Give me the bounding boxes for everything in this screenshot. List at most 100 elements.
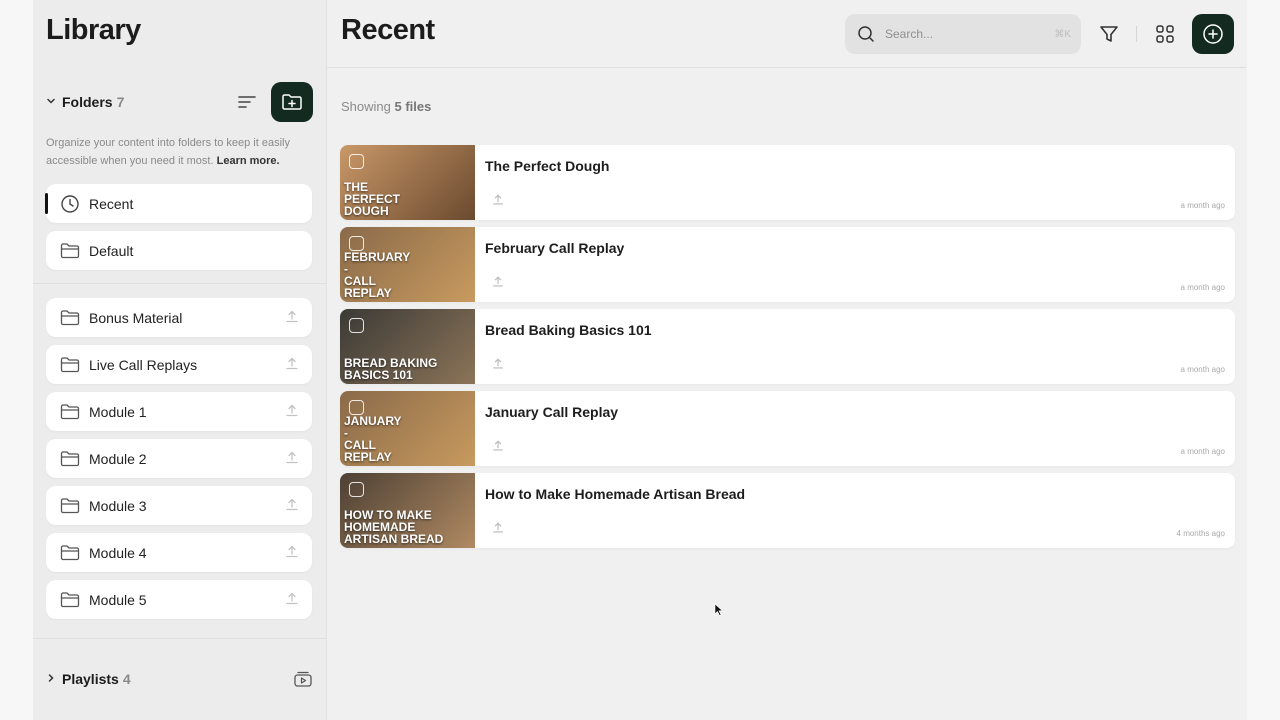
folder-icon	[60, 241, 80, 261]
showing-count: 5 files	[394, 99, 432, 114]
file-title: How to Make Homemade Artisan Bread	[485, 486, 746, 502]
playlists-section-header[interactable]: Playlists 4	[46, 660, 313, 698]
thumbnail-caption: JANUARY - CALL REPLAY	[344, 414, 402, 464]
filter-icon[interactable]	[1097, 22, 1121, 46]
sidebar-item-recent[interactable]: Recent	[45, 184, 312, 223]
file-list: THE PERFECT DOUGH The Perfect Dough a mont…	[340, 145, 1235, 555]
upload-icon[interactable]	[491, 193, 505, 207]
folders-helper-text: Organize your content into folders to ke…	[46, 134, 316, 170]
search-placeholder: Search...	[885, 27, 934, 41]
thumbnail-caption: HOW TO MAKE HOMEMADE ARTISAN BREAD	[344, 508, 444, 546]
upload-icon[interactable]	[284, 403, 300, 419]
file-title: January Call Replay	[485, 404, 619, 420]
learn-more-link[interactable]: Learn more.	[217, 155, 280, 167]
file-thumbnail: HOW TO MAKE HOMEMADE ARTISAN BREAD	[340, 473, 475, 548]
sidebar-folder-item[interactable]: Module 5	[46, 580, 312, 619]
page-title: Recent	[341, 14, 435, 46]
file-row[interactable]: HOW TO MAKE HOMEMADE ARTISAN BREAD How to…	[340, 473, 1235, 548]
app-window: Library Folders 7 Organize your content …	[33, 0, 1247, 720]
folders-count: 7	[116, 94, 125, 110]
search-input[interactable]: Search... ⌘K	[845, 14, 1081, 54]
folders-section-header[interactable]: Folders 7	[46, 82, 313, 122]
thumbnail-caption: THE PERFECT DOUGH	[344, 180, 401, 218]
sidebar-folder-item[interactable]: Module 4	[46, 533, 312, 572]
divider	[33, 283, 327, 284]
file-row[interactable]: THE PERFECT DOUGH The Perfect Dough a mont…	[340, 145, 1235, 220]
sidebar-folder-item[interactable]: Module 1	[46, 392, 312, 431]
search-shortcut: ⌘K	[1054, 28, 1071, 40]
playlists-count: 4	[122, 671, 131, 687]
sidebar-item-label: Module 2	[89, 450, 147, 467]
folders-label: Folders	[62, 94, 113, 110]
select-checkbox[interactable]	[349, 154, 364, 169]
file-timestamp: a month ago	[1180, 447, 1225, 456]
sidebar-folder-item[interactable]: Live Call Replays	[46, 345, 312, 384]
thumbnail-caption: BREAD BAKING BASICS 101	[344, 356, 438, 382]
active-indicator	[45, 193, 48, 214]
file-info: Bread Baking Basics 101 a month ago	[475, 309, 1235, 384]
sidebar-folder-item[interactable]: Bonus Material	[46, 298, 312, 337]
folder-icon	[60, 543, 80, 563]
upload-icon[interactable]	[491, 275, 505, 289]
file-info: February Call Replay a month ago	[475, 227, 1235, 302]
upload-icon[interactable]	[284, 544, 300, 560]
folder-icon	[60, 308, 80, 328]
sidebar-folder-item[interactable]: Module 3	[46, 486, 312, 525]
file-row[interactable]: BREAD BAKING BASICS 101 Bread Baking Basi…	[340, 309, 1235, 384]
file-timestamp: a month ago	[1180, 201, 1225, 210]
mouse-cursor-icon	[714, 603, 724, 616]
file-title: February Call Replay	[485, 240, 625, 256]
sidebar-folder-item[interactable]: Module 2	[46, 439, 312, 478]
sort-icon[interactable]	[237, 92, 259, 112]
upload-icon[interactable]	[284, 497, 300, 513]
file-row[interactable]: FEBRUARY - CALL REPLAY February Call Repl…	[340, 227, 1235, 302]
upload-icon[interactable]	[284, 591, 300, 607]
sidebar-item-label: Recent	[89, 195, 134, 212]
folder-icon	[60, 355, 80, 375]
library-title: Library	[46, 14, 141, 46]
file-title: The Perfect Dough	[485, 158, 610, 174]
search-icon	[858, 26, 874, 42]
chevron-down-icon[interactable]	[46, 96, 62, 109]
main-content: Recent Search... ⌘K Showing 5 files THE …	[327, 0, 1247, 720]
file-info: How to Make Homemade Artisan Bread 4 mont…	[475, 473, 1235, 548]
upload-icon[interactable]	[491, 521, 505, 535]
sidebar-item-label: Default	[89, 242, 134, 259]
file-title: Bread Baking Basics 101	[485, 322, 652, 338]
select-checkbox[interactable]	[349, 318, 364, 333]
file-thumbnail: THE PERFECT DOUGH	[340, 145, 475, 220]
folder-icon	[60, 402, 80, 422]
file-info: January Call Replay a month ago	[475, 391, 1235, 466]
divider	[33, 638, 327, 639]
select-checkbox[interactable]	[349, 236, 364, 251]
file-thumbnail: JANUARY - CALL REPLAY	[340, 391, 475, 466]
toolbar-divider	[1136, 26, 1137, 42]
folder-icon	[60, 496, 80, 516]
select-checkbox[interactable]	[349, 400, 364, 415]
file-count-text: Showing 5 files	[341, 99, 431, 114]
new-folder-button[interactable]	[271, 82, 313, 122]
grid-view-icon[interactable]	[1153, 22, 1177, 46]
upload-icon[interactable]	[491, 357, 505, 371]
playlists-label: Playlists	[62, 671, 119, 687]
sidebar-item-label: Module 4	[89, 544, 147, 561]
file-timestamp: a month ago	[1180, 365, 1225, 374]
file-thumbnail: FEBRUARY - CALL REPLAY	[340, 227, 475, 302]
add-content-button[interactable]	[1192, 14, 1234, 54]
select-checkbox[interactable]	[349, 482, 364, 497]
upload-icon[interactable]	[284, 450, 300, 466]
file-timestamp: a month ago	[1180, 283, 1225, 292]
file-info: The Perfect Dough a month ago	[475, 145, 1235, 220]
sidebar-item-default[interactable]: Default	[46, 231, 312, 270]
folder-icon	[60, 449, 80, 469]
upload-icon[interactable]	[284, 356, 300, 372]
folder-icon	[60, 590, 80, 610]
playlist-icon[interactable]	[293, 670, 313, 688]
upload-icon[interactable]	[284, 309, 300, 325]
sidebar-item-label: Module 3	[89, 497, 147, 514]
sidebar-item-label: Bonus Material	[89, 309, 183, 326]
upload-icon[interactable]	[491, 439, 505, 453]
chevron-right-icon[interactable]	[46, 673, 62, 686]
file-row[interactable]: JANUARY - CALL REPLAY January Call Replay…	[340, 391, 1235, 466]
plus-circle-icon	[1203, 24, 1223, 44]
